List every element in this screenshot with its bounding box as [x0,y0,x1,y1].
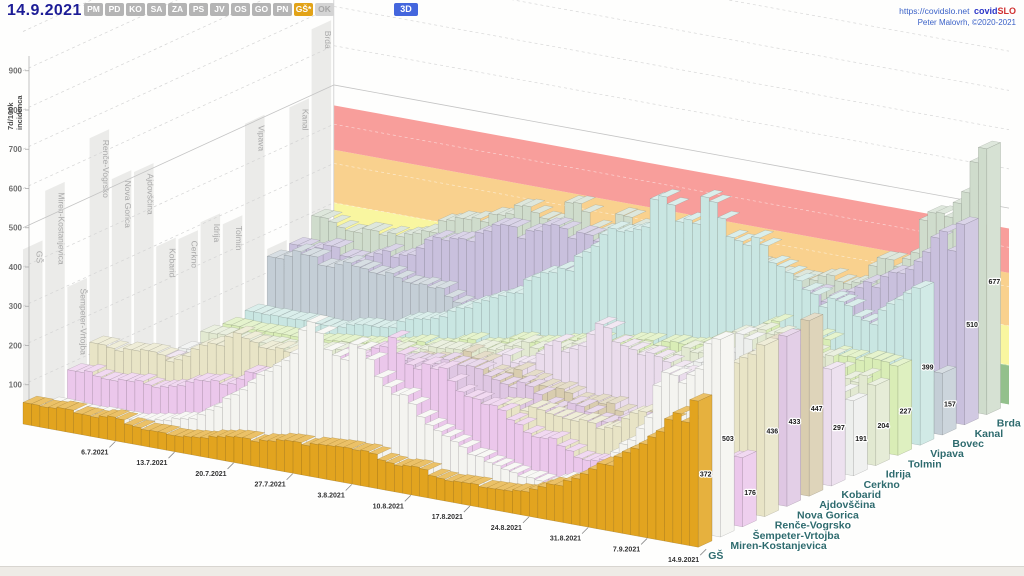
y-tick-label: 500 [9,224,23,233]
y-tick-label: 700 [9,145,23,154]
region-button-gš[interactable]: GŠ* [294,3,313,16]
date-tick-label: 6.7.2021 [81,449,108,456]
y-tick-label: 100 [9,381,23,390]
municipality-label: Tolmin [908,458,942,470]
date-tick-label: 10.8.2021 [373,503,404,510]
series-final-value: 433 [789,419,801,426]
back-band-label: Tolmin [234,226,244,251]
back-band-label: Cerkno [190,241,200,269]
region-button-os[interactable]: OS [231,3,250,16]
chart-3d-canvas[interactable]: GŠMiren-KostanjevicaŠempeter-VrtojbaRenč… [0,0,1024,576]
region-button-za[interactable]: ZA [168,3,187,16]
y-tick-label: 200 [9,341,23,350]
back-band-label: GŠ [34,251,44,264]
back-band-label: Šempeter-Vrtojba [79,289,89,356]
date-tick-label: 31.8.2021 [550,536,581,543]
region-button-ok[interactable]: OK [315,3,334,16]
series-final-value: 399 [922,364,934,371]
y-tick-label: 900 [9,67,23,76]
date-tick-label: 24.8.2021 [491,525,522,532]
region-button-bar: PMPDKOSAZAPSJVOSGOPNGŠ*OK [84,3,334,16]
title-block: 14.9.2021tor [7,2,93,20]
brand-logo: covidSLO [974,6,1016,16]
back-band-label: Idrija [212,224,222,243]
series-final-value: 510 [966,322,978,329]
back-band-label: Nova Gorica [123,181,133,229]
series-final-value: 176 [744,490,756,497]
y-tick-label: 600 [9,184,23,193]
mode-3d-button[interactable]: 3D [394,3,418,16]
back-band-label: Miren-Kostanjevica [56,192,66,265]
region-button-go[interactable]: GO [252,3,271,16]
region-button-pd[interactable]: PD [105,3,124,16]
date-tick-label: 17.8.2021 [432,514,463,521]
series-final-value: 191 [855,436,867,443]
series-final-value: 436 [766,429,778,436]
y-tick-label: 300 [9,302,23,311]
current-date: 14.9.2021 [7,2,82,19]
date-tick-label: 20.7.2021 [195,471,226,478]
region-button-pn[interactable]: PN [273,3,292,16]
series-final-value: 372 [700,472,712,479]
series-final-value: 227 [900,408,912,415]
series-final-value: 503 [722,436,734,443]
date-tick-label: 13.7.2021 [136,460,167,467]
date-tick-label: 3.8.2021 [317,493,344,500]
series-final-value: 157 [944,402,956,409]
bottom-strip [0,566,1024,576]
region-button-pm[interactable]: PM [84,3,103,16]
series-final-value: 204 [877,423,889,430]
author-credit: Peter Malovrh, ©2020-2021 [899,17,1016,28]
back-band-label: Brda [323,31,333,49]
y-axis-title-2: incidenca [15,95,24,130]
series-final-value: 677 [988,279,1000,286]
series-final-value: 447 [811,406,823,413]
back-band-label: Vipava [256,125,266,151]
region-button-ko[interactable]: KO [126,3,145,16]
region-button-sa[interactable]: SA [147,3,166,16]
credits-block: https://covidslo.net covidSLO Peter Malo… [899,4,1016,28]
municipality-label: GŠ [708,549,723,562]
date-tick-label: 27.7.2021 [254,482,285,489]
series-final-value: 297 [833,425,845,432]
region-button-jv[interactable]: JV [210,3,229,16]
back-band-label: Kobarid [167,248,177,278]
date-tick-label: 14.9.2021 [668,557,699,564]
y-axis-title: 7d/100k [6,102,15,130]
covidslo-3d-incidence-app: 14.9.2021tor PMPDKOSAZAPSJVOSGOPNGŠ*OK 3… [0,0,1024,576]
site-link[interactable]: https://covidslo.net [899,6,969,16]
municipality-label: Miren-Kostanjevica [730,540,826,552]
region-button-ps[interactable]: PS [189,3,208,16]
y-tick-label: 400 [9,263,23,272]
date-tick-label: 7.9.2021 [613,546,640,553]
back-band-label: Kanal [301,109,311,131]
